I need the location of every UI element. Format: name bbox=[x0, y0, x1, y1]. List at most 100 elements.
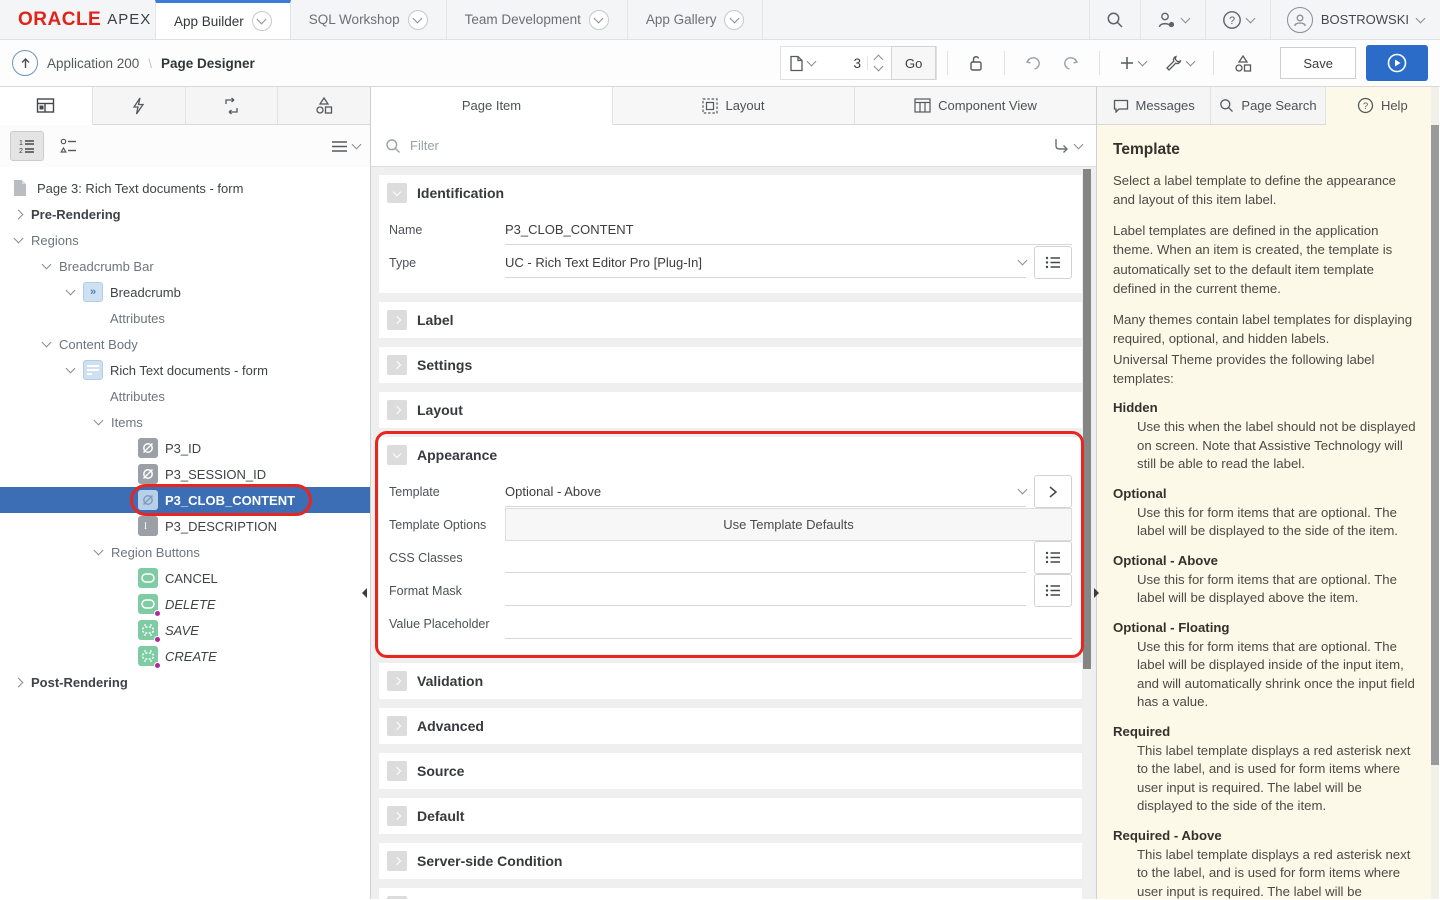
use-template-defaults-button[interactable]: Use Template Defaults bbox=[505, 508, 1072, 541]
expand-icon[interactable] bbox=[387, 851, 407, 871]
section-settings-header[interactable]: Settings bbox=[379, 347, 1082, 383]
create-menu-button[interactable] bbox=[1110, 55, 1155, 71]
tree-item-p3-clob-content[interactable]: P3_CLOB_CONTENT bbox=[0, 487, 370, 513]
center-scrollbar[interactable] bbox=[1083, 169, 1091, 899]
spinner-down-icon[interactable] bbox=[874, 62, 884, 72]
tab-layout[interactable]: Layout bbox=[613, 87, 855, 124]
tab-messages[interactable]: Messages bbox=[1097, 87, 1211, 124]
order-by-processing-button[interactable]: 12 bbox=[10, 131, 44, 161]
expander-icon[interactable] bbox=[92, 550, 104, 554]
expander-icon[interactable] bbox=[64, 368, 76, 372]
search-icon[interactable] bbox=[1089, 0, 1140, 39]
section-read-only-header[interactable]: Read Only bbox=[379, 888, 1082, 899]
tree-item-attributes[interactable]: Attributes bbox=[0, 305, 370, 331]
page-number-input[interactable] bbox=[823, 47, 867, 79]
tree-item-cancel-button[interactable]: CANCEL bbox=[0, 565, 370, 591]
administration-menu-button[interactable] bbox=[1140, 0, 1205, 39]
tree-item-form-region[interactable]: Rich Text documents - form bbox=[0, 357, 370, 383]
page-number-stepper[interactable] bbox=[867, 56, 889, 70]
section-default-header[interactable]: Default bbox=[379, 798, 1082, 834]
expand-icon[interactable] bbox=[387, 716, 407, 736]
tab-shared-components[interactable] bbox=[278, 87, 370, 124]
section-layout-header[interactable]: Layout bbox=[379, 392, 1082, 428]
css-classes-input[interactable] bbox=[505, 550, 1026, 565]
collapse-icon[interactable] bbox=[387, 183, 407, 203]
help-scrollbar-thumb[interactable] bbox=[1431, 125, 1439, 765]
chevron-down-icon[interactable] bbox=[252, 11, 272, 31]
shared-components-icon[interactable] bbox=[1224, 54, 1262, 73]
expander-icon[interactable] bbox=[64, 290, 76, 294]
tree-item-breadcrumb[interactable]: » Breadcrumb bbox=[0, 279, 370, 305]
expand-icon[interactable] bbox=[387, 400, 407, 420]
section-validation-header[interactable]: Validation bbox=[379, 663, 1082, 699]
page-lock-icon[interactable] bbox=[958, 54, 994, 72]
tab-help[interactable]: ? Help bbox=[1326, 87, 1439, 125]
tree-item-items[interactable]: Items bbox=[0, 409, 370, 435]
type-quickpick-button[interactable] bbox=[1034, 246, 1072, 279]
tab-component-view[interactable]: Component View bbox=[855, 87, 1096, 124]
oracle-apex-logo[interactable]: ORACLE APEX bbox=[0, 0, 155, 39]
collapse-left-panel-handle[interactable] bbox=[361, 587, 368, 599]
tree-item-save-button[interactable]: SAVE bbox=[0, 617, 370, 643]
tab-page-search[interactable]: Page Search bbox=[1211, 87, 1325, 124]
format-mask-quickpick-button[interactable] bbox=[1034, 574, 1072, 607]
user-account-menu[interactable]: BOSTROWSKI bbox=[1270, 0, 1440, 39]
section-label-header[interactable]: Label bbox=[379, 302, 1082, 338]
format-mask-input[interactable] bbox=[505, 583, 1026, 598]
tree-item-delete-button[interactable]: DELETE bbox=[0, 591, 370, 617]
redo-icon[interactable] bbox=[1052, 54, 1089, 72]
expander-icon[interactable] bbox=[92, 420, 104, 424]
utilities-menu-button[interactable] bbox=[1155, 54, 1203, 73]
tree-item-pre-rendering[interactable]: Pre-Rendering bbox=[0, 201, 370, 227]
expander-icon[interactable] bbox=[12, 211, 24, 218]
expand-icon[interactable] bbox=[387, 671, 407, 691]
section-server-side-condition-header[interactable]: Server-side Condition bbox=[379, 843, 1082, 879]
tree-item-page[interactable]: Page 3: Rich Text documents - form bbox=[0, 175, 370, 201]
tree-item-regions[interactable]: Regions bbox=[0, 227, 370, 253]
expander-icon[interactable] bbox=[12, 238, 24, 242]
tab-app-gallery[interactable]: App Gallery bbox=[628, 0, 764, 39]
help-menu-button[interactable]: ? bbox=[1205, 0, 1270, 39]
section-identification-header[interactable]: Identification bbox=[379, 175, 1082, 211]
name-input[interactable] bbox=[505, 222, 1072, 237]
tree-item-p3-description[interactable]: I P3_DESCRIPTION bbox=[0, 513, 370, 539]
tab-team-development[interactable]: Team Development bbox=[447, 0, 628, 39]
undo-icon[interactable] bbox=[1015, 54, 1052, 72]
value-placeholder-input[interactable] bbox=[505, 616, 1072, 631]
filter-input[interactable] bbox=[410, 138, 1044, 153]
expand-icon[interactable] bbox=[387, 806, 407, 826]
template-select[interactable]: Optional - Above bbox=[505, 477, 1026, 507]
save-button[interactable]: Save bbox=[1280, 47, 1356, 79]
section-source-header[interactable]: Source bbox=[379, 753, 1082, 789]
tab-dynamic-actions[interactable] bbox=[93, 87, 186, 124]
tree-item-content-body[interactable]: Content Body bbox=[0, 331, 370, 357]
css-classes-quickpick-button[interactable] bbox=[1034, 541, 1072, 574]
center-scrollbar-thumb[interactable] bbox=[1083, 169, 1091, 669]
expander-icon[interactable] bbox=[40, 342, 52, 346]
tree-item-create-button[interactable]: CREATE bbox=[0, 643, 370, 669]
tree-item-region-buttons[interactable]: Region Buttons bbox=[0, 539, 370, 565]
tab-processing[interactable] bbox=[186, 87, 279, 124]
type-select[interactable]: UC - Rich Text Editor Pro [Plug-In] bbox=[505, 248, 1026, 278]
chevron-down-icon[interactable] bbox=[589, 10, 609, 30]
page-finder-button[interactable] bbox=[781, 55, 823, 72]
section-appearance-header[interactable]: Appearance bbox=[379, 437, 1082, 473]
template-goto-button[interactable] bbox=[1034, 475, 1072, 508]
go-button[interactable]: Go bbox=[891, 46, 936, 80]
tab-page-item[interactable]: Page Item bbox=[371, 87, 613, 125]
collapse-right-panel-handle[interactable] bbox=[1093, 587, 1100, 599]
tree-item-breadcrumb-bar[interactable]: Breadcrumb Bar bbox=[0, 253, 370, 279]
tab-rendering[interactable] bbox=[0, 87, 93, 125]
chevron-down-icon[interactable] bbox=[408, 10, 428, 30]
go-up-icon[interactable] bbox=[12, 50, 38, 76]
tab-sql-workshop[interactable]: SQL Workshop bbox=[291, 0, 447, 39]
tree-item-p3-id[interactable]: P3_ID bbox=[0, 435, 370, 461]
expander-icon[interactable] bbox=[12, 679, 24, 686]
go-to-group-button[interactable] bbox=[1053, 138, 1082, 153]
tree-item-attributes[interactable]: Attributes bbox=[0, 383, 370, 409]
expander-icon[interactable] bbox=[40, 264, 52, 268]
tab-app-builder[interactable]: App Builder bbox=[155, 0, 291, 39]
collapse-icon[interactable] bbox=[387, 445, 407, 465]
expand-icon[interactable] bbox=[387, 355, 407, 375]
tree-item-post-rendering[interactable]: Post-Rendering bbox=[0, 669, 370, 695]
